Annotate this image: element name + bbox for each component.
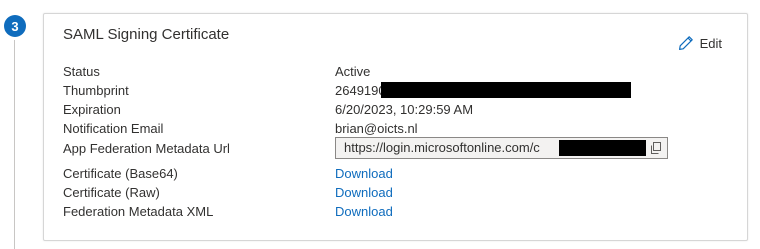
federation-metadata-xml-label: Federation Metadata XML [63, 204, 214, 219]
federation-metadata-xml-download-link[interactable]: Download [335, 203, 393, 221]
status-label: Status [63, 64, 100, 79]
step-connector-line [14, 40, 15, 249]
thumbprint-redaction [381, 82, 631, 98]
edit-button[interactable]: Edit [678, 35, 722, 51]
step-number-badge: 3 [4, 15, 26, 37]
metadata-url-redaction [559, 140, 646, 156]
copy-icon[interactable] [650, 142, 662, 155]
metadata-url-field[interactable]: https://login.microsoftonline.com/c [335, 137, 668, 159]
certificate-base64-download-link[interactable]: Download [335, 165, 393, 183]
expiration-label: Expiration [63, 102, 121, 117]
notification-email-label: Notification Email [63, 121, 164, 136]
card-title: SAML Signing Certificate [63, 26, 230, 43]
expiration-value: 6/20/2023, 10:29:59 AM [335, 102, 474, 117]
certificate-base64-label: Certificate (Base64) [63, 166, 178, 181]
thumbprint-label: Thumbprint [63, 83, 129, 98]
certificate-raw-download-link[interactable]: Download [335, 184, 393, 202]
metadata-url-value: https://login.microsoftonline.com/c [344, 140, 540, 155]
certificate-raw-label: Certificate (Raw) [63, 185, 160, 200]
notification-email-value: brian@oicts.nl [335, 121, 418, 136]
metadata-url-label: App Federation Metadata Url [63, 141, 230, 156]
status-value: Active [335, 64, 371, 79]
saml-signing-certificate-card: SAML Signing Certificate Edit Status Act… [43, 13, 748, 241]
edit-label: Edit [699, 35, 722, 51]
pencil-icon [678, 36, 693, 50]
thumbprint-value: 2649190 [335, 83, 386, 98]
